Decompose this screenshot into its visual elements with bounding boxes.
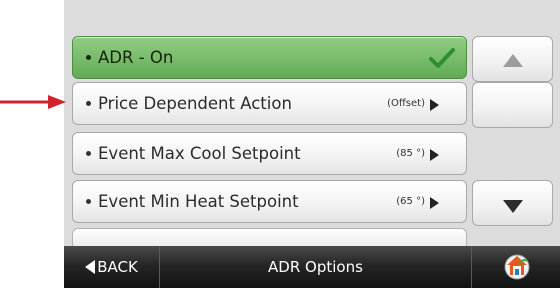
menu-item-event-min-heat-setpoint[interactable]: Event Min Heat Setpoint (65 °)	[72, 180, 467, 223]
home-icon	[504, 254, 530, 280]
menu-item-label: Event Max Cool Setpoint	[98, 144, 301, 163]
menu-item-label: Event Min Heat Setpoint	[98, 192, 299, 211]
back-button[interactable]: BACK	[64, 246, 160, 288]
triangle-left-icon	[85, 260, 96, 274]
menu-item-value: (85 °)	[396, 148, 425, 159]
menu-item-partial[interactable]	[72, 228, 467, 246]
bottom-bar: BACK ADR Options	[64, 246, 560, 288]
menu-item-event-max-cool-setpoint[interactable]: Event Max Cool Setpoint (85 °)	[72, 132, 467, 175]
menu-item-label: ADR - On	[98, 48, 174, 67]
menu-item-price-dependent-action[interactable]: Price Dependent Action (Offset)	[72, 82, 467, 125]
menu-item-value: (Offset)	[387, 98, 425, 109]
play-arrow-icon	[430, 197, 439, 209]
scroll-up-button[interactable]	[472, 36, 553, 82]
bullet-icon	[86, 55, 91, 60]
back-label: BACK	[97, 258, 138, 276]
check-icon	[429, 48, 455, 68]
screen-title: ADR Options	[268, 258, 363, 276]
triangle-up-icon	[503, 54, 523, 67]
menu-item-label: Price Dependent Action	[98, 94, 292, 113]
red-arrow-icon	[0, 95, 66, 109]
menu-item-value: (65 °)	[396, 196, 425, 207]
play-arrow-icon	[430, 99, 439, 111]
scroll-down-button[interactable]	[472, 180, 553, 226]
bullet-icon	[86, 101, 91, 106]
home-button[interactable]	[471, 246, 560, 288]
triangle-down-icon	[503, 200, 523, 213]
bullet-icon	[86, 199, 91, 204]
bullet-icon	[86, 151, 91, 156]
play-arrow-icon	[430, 149, 439, 161]
scroll-blank-button[interactable]	[472, 82, 553, 128]
menu-item-adr[interactable]: ADR - On	[72, 36, 467, 79]
